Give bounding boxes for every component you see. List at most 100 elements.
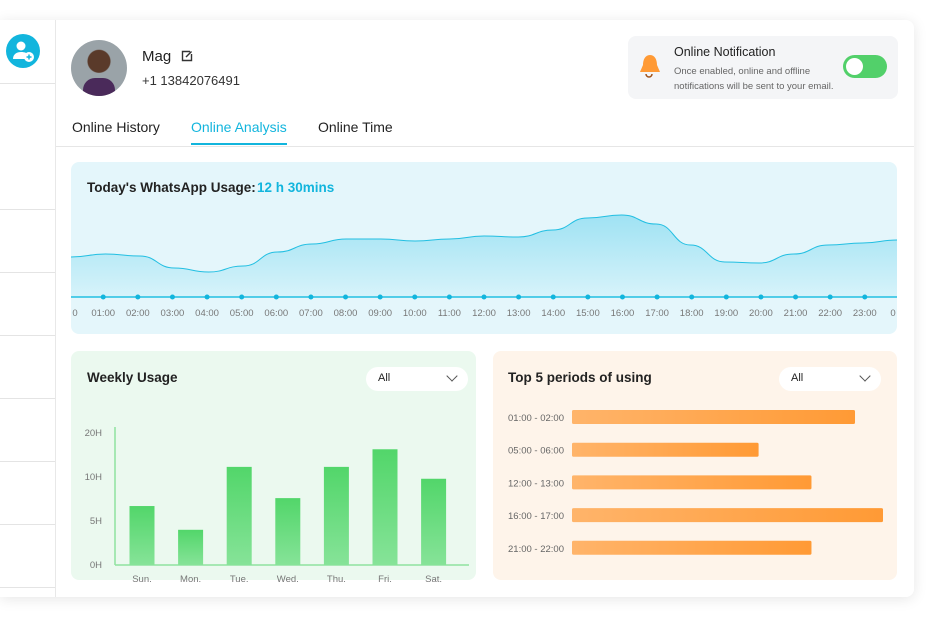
contact-name-text: Mag	[142, 48, 172, 65]
hour-point	[723, 294, 729, 300]
period-label: 05:00 - 06:00	[508, 446, 564, 457]
top-periods-card: Top 5 periods of using All 01:00 - 02:00…	[493, 351, 897, 580]
period-bar	[572, 475, 812, 490]
y-tick-label: 10H	[85, 472, 103, 483]
tab-online-analysis[interactable]: Online Analysis	[191, 119, 287, 135]
x-tick-label: 17:00	[645, 308, 669, 319]
active-tab-indicator	[191, 143, 287, 145]
x-tick-label: 13:00	[507, 308, 531, 319]
x-tick-label: 18:00	[680, 308, 704, 319]
x-tick-label: 06:00	[264, 308, 288, 319]
x-tick-label: 14:00	[541, 308, 565, 319]
x-tick-label: 04:00	[195, 308, 219, 319]
period-bar	[572, 540, 812, 555]
tab-divider	[56, 146, 914, 147]
hour-point	[827, 294, 833, 300]
x-tick-label: Tue.	[230, 574, 249, 585]
hour-point	[446, 294, 452, 300]
x-tick-label: 05:00	[230, 308, 254, 319]
x-tick-label: 19:00	[714, 308, 738, 319]
contact-name: Mag	[142, 48, 193, 65]
hour-point	[862, 294, 868, 300]
add-user-icon	[13, 41, 34, 62]
bar-sat	[421, 478, 447, 565]
hour-point	[689, 294, 695, 300]
hour-point	[516, 294, 522, 300]
toggle-knob	[846, 58, 863, 75]
x-tick-label: 01:00	[91, 308, 115, 319]
sidebar-divider	[0, 587, 55, 588]
weekly-usage-chart: 0H 5H 10H 20H Sun. Mon. Tue. Wed. Thu. Fri. Sat.	[85, 427, 469, 585]
hour-point	[654, 294, 660, 300]
notification-toggle[interactable]	[843, 55, 887, 78]
notification-description: Once enabled, online and offline notific…	[674, 66, 834, 92]
bar-sun	[129, 506, 155, 565]
bell-icon	[640, 55, 660, 78]
x-tick-label: 16:00	[611, 308, 635, 319]
hour-point	[481, 294, 487, 300]
period-bar	[572, 442, 759, 457]
x-tick-label: 03:00	[161, 308, 185, 319]
period-label: 21:00 - 22:00	[508, 544, 564, 555]
period-bar	[572, 508, 883, 523]
x-tick-label: 12:00	[472, 308, 496, 319]
hour-point	[758, 294, 764, 300]
x-tick-label: 21:00	[784, 308, 808, 319]
x-tick-label: 11:00	[438, 308, 461, 319]
top-periods-chart: 01:00 - 02:00 05:00 - 06:00 12:00 - 13:00 1…	[508, 410, 883, 555]
period-label: 16:00 - 17:00	[508, 511, 564, 522]
hour-point	[135, 294, 141, 300]
sidebar-divider	[0, 209, 55, 210]
x-tick-label: 15:00	[576, 308, 600, 319]
x-tick-label: 09:00	[368, 308, 392, 319]
sidebar-divider	[0, 461, 55, 462]
hour-point	[793, 294, 799, 300]
y-tick-label: 20H	[85, 428, 103, 439]
x-tick-label: 0	[72, 308, 77, 319]
hour-point	[308, 294, 314, 300]
hour-point	[377, 294, 383, 300]
x-tick-label: 10:00	[403, 308, 427, 319]
notification-title: Online Notification	[674, 45, 776, 59]
bar-tue	[226, 466, 252, 565]
x-tick-label: 02:00	[126, 308, 150, 319]
x-tick-label: 07:00	[299, 308, 323, 319]
tab-online-time[interactable]: Online Time	[318, 119, 393, 135]
sidebar-divider	[0, 83, 55, 84]
x-tick-label: 08:00	[334, 308, 358, 319]
sidebar	[0, 20, 56, 597]
daily-usage-chart: 0 01:00 02:00 03:00 04:00 05:00 06:00 07:00 08:0…	[71, 214, 897, 319]
hour-point	[169, 294, 175, 300]
x-tick-label: 20:00	[749, 308, 773, 319]
hour-point	[550, 294, 556, 300]
hour-point	[412, 294, 418, 300]
y-tick-label: 5H	[90, 516, 102, 527]
x-tick-label: Sun.	[132, 574, 152, 585]
tab-online-history[interactable]: Online History	[72, 119, 160, 135]
hour-point	[585, 294, 591, 300]
x-tick-label: Sat.	[425, 574, 442, 585]
weekly-usage-card: Weekly Usage All 0H 5H 10H 20H Sun. Mon. Tue. W…	[71, 351, 476, 585]
x-tick-label: 22:00	[818, 308, 842, 319]
usage-area	[71, 215, 897, 297]
sidebar-divider	[0, 335, 55, 336]
bar-wed	[275, 498, 301, 565]
online-notification-panel: Online Notification Once enabled, online…	[628, 36, 898, 99]
edit-icon[interactable]	[181, 50, 193, 62]
hour-point	[204, 294, 210, 300]
sidebar-divider	[0, 524, 55, 525]
sidebar-divider	[0, 398, 55, 399]
bar-fri	[372, 449, 398, 565]
hour-point	[619, 294, 625, 300]
x-tick-label: Wed.	[277, 574, 299, 585]
hour-point	[100, 294, 106, 300]
contact-phone: +1 13842076491	[142, 73, 240, 88]
y-tick-label: 0H	[90, 560, 102, 571]
avatar	[71, 40, 127, 96]
hour-point	[273, 294, 279, 300]
main-card: Mag +1 13842076491 Online Notification O…	[0, 20, 914, 597]
period-label: 01:00 - 02:00	[508, 413, 564, 424]
x-tick-label: Mon.	[180, 574, 201, 585]
add-contact-button[interactable]	[6, 34, 40, 68]
bar-mon	[178, 529, 204, 565]
